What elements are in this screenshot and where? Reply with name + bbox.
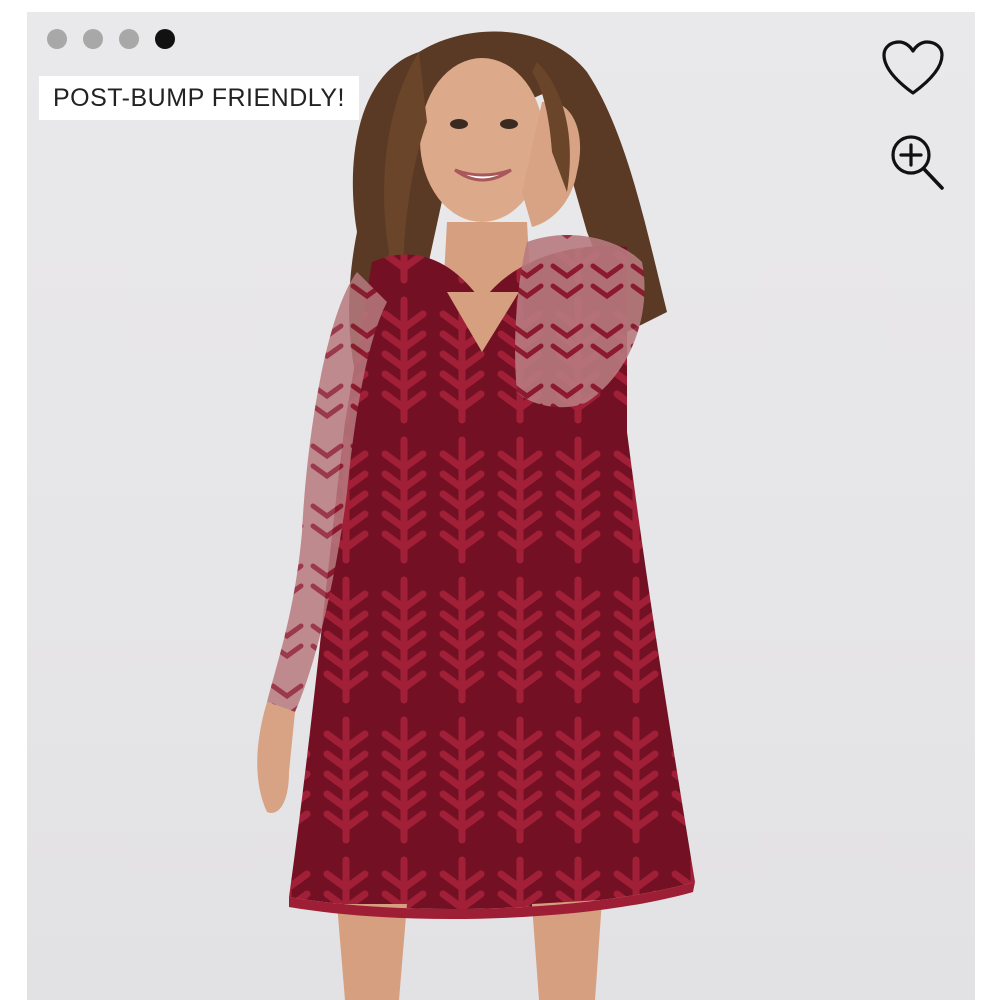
carousel-dot[interactable] <box>47 29 67 49</box>
zoom-button[interactable] <box>884 132 950 192</box>
heart-icon <box>882 40 944 95</box>
carousel-dot[interactable] <box>83 29 103 49</box>
carousel-dot-active[interactable] <box>155 29 175 49</box>
favorite-button[interactable] <box>880 38 946 98</box>
product-image[interactable] <box>27 12 975 1000</box>
product-badge: POST-BUMP FRIENDLY! <box>39 76 359 120</box>
zoom-in-icon <box>891 135 944 190</box>
product-gallery: POST-BUMP FRIENDLY! <box>0 0 1000 1000</box>
carousel-dot[interactable] <box>119 29 139 49</box>
carousel-indicator <box>47 29 175 49</box>
model-photo <box>257 31 695 1000</box>
